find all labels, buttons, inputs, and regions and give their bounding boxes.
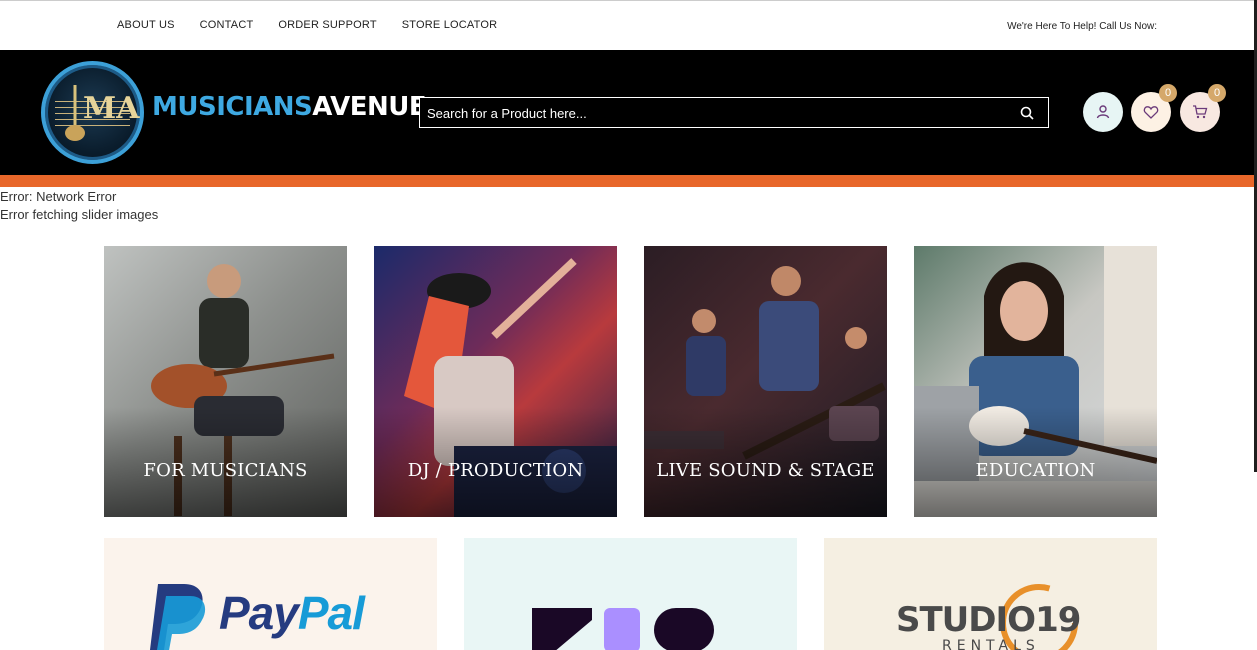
top-nav: ABOUT US CONTACT ORDER SUPPORT STORE LOC…: [117, 19, 522, 31]
category-label: DJ / PRODUCTION: [407, 460, 584, 481]
top-bar: ABOUT US CONTACT ORDER SUPPORT STORE LOC…: [0, 0, 1257, 50]
studio19-wordmark: STUDIO19: [896, 600, 1081, 640]
nav-about-us[interactable]: ABOUT US: [117, 19, 175, 31]
partner-studio19[interactable]: STUDIO19 RENTALS: [824, 538, 1157, 650]
cart-count-badge: 0: [1208, 84, 1226, 102]
category-label: EDUCATION: [975, 460, 1096, 481]
logo-emblem[interactable]: MA: [41, 61, 144, 164]
wishlist-button[interactable]: 0: [1131, 84, 1177, 132]
paypal-icon: [150, 584, 206, 650]
partner-paypal[interactable]: PayPal: [104, 538, 437, 650]
nav-store-locator[interactable]: STORE LOCATOR: [402, 19, 498, 31]
error-messages: Error: Network Error Error fetching slid…: [0, 188, 158, 224]
logo-word-musicians: MUSICIANS: [152, 92, 313, 122]
partner-zip[interactable]: zip: [464, 538, 797, 650]
nav-contact[interactable]: CONTACT: [200, 19, 254, 31]
category-tile-musicians[interactable]: FOR MUSICIANS: [104, 246, 347, 517]
paypal-wordmark-text: PayPal: [219, 587, 365, 639]
cart-icon: [1193, 105, 1208, 119]
category-tile-live-sound[interactable]: LIVE SOUND & STAGE: [644, 246, 887, 517]
studio19-sub: RENTALS: [942, 638, 1040, 650]
account-button[interactable]: [1083, 92, 1123, 132]
help-text: We're Here To Help! Call Us Now:: [1007, 21, 1157, 32]
heart-icon: [1143, 106, 1159, 119]
search-input[interactable]: [427, 103, 1007, 123]
category-label: LIVE SOUND & STAGE: [656, 460, 875, 481]
user-icon: [1096, 105, 1110, 119]
paypal-wordmark: PayPal: [219, 586, 365, 640]
paypal-wordmark-pal: Pal: [297, 587, 365, 639]
category-tile-education[interactable]: EDUCATION: [914, 246, 1157, 517]
logo-word-avenue: AVENUE: [312, 92, 427, 122]
zip-logo-icon: [532, 608, 714, 650]
header-accent-bar: [0, 175, 1257, 187]
search-bar: [419, 97, 1049, 128]
logo-wordmark[interactable]: MUSICIANSAVENUE: [152, 92, 427, 122]
logo-emblem-text: MA: [83, 91, 140, 126]
category-tile-dj-production[interactable]: DJ / PRODUCTION: [374, 246, 617, 517]
error-message: Error: Network Error: [0, 189, 117, 204]
paypal-wordmark-pay: Pay: [219, 587, 299, 639]
wishlist-count-badge: 0: [1159, 84, 1177, 102]
category-label: FOR MUSICIANS: [143, 460, 308, 481]
nav-order-support[interactable]: ORDER SUPPORT: [278, 19, 376, 31]
cart-button[interactable]: 0: [1180, 84, 1226, 132]
search-icon[interactable]: [1020, 106, 1034, 120]
error-message: Error fetching slider images: [0, 207, 159, 222]
